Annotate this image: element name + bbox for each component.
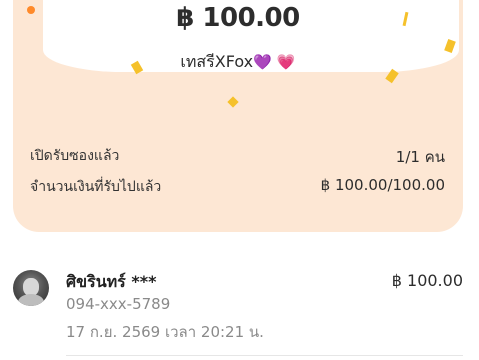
avatar-body-shape	[18, 294, 44, 306]
received-value: ฿ 100.00/100.00	[320, 176, 445, 194]
list-divider	[66, 355, 463, 356]
opened-value: 1/1 คน	[395, 148, 445, 166]
claimer-phone: 094-xxx-5789	[66, 295, 171, 313]
claim-amount: ฿ 100.00	[391, 271, 463, 290]
opened-count-row: เปิดรับซองแล้ว 1/1 คน	[30, 145, 445, 169]
claimer-name: ศิขรินทร์ ***	[66, 272, 157, 291]
pink-heart-icon: 💗	[276, 53, 296, 71]
avatar	[13, 270, 49, 306]
sender-name-line: เทสรีXFox💜 💗	[0, 50, 476, 75]
sender-name: เทสรีXFox	[180, 52, 254, 71]
received-amount-row: จำนวนเงินที่รับไปแล้ว ฿ 100.00/100.00	[30, 176, 445, 198]
claim-timestamp: 17 ก.ย. 2569 เวลา 20:21 น.	[66, 323, 264, 341]
opened-label: เปิดรับซองแล้ว	[30, 148, 120, 164]
received-label: จำนวนเงินที่รับไปแล้ว	[30, 179, 162, 195]
packet-amount: ฿ 100.00	[176, 3, 300, 33]
purple-heart-icon: 💜	[253, 53, 272, 71]
claim-list-item: ศิขรินทร์ *** 094-xxx-5789 17 ก.ย. 2569 …	[13, 266, 463, 360]
